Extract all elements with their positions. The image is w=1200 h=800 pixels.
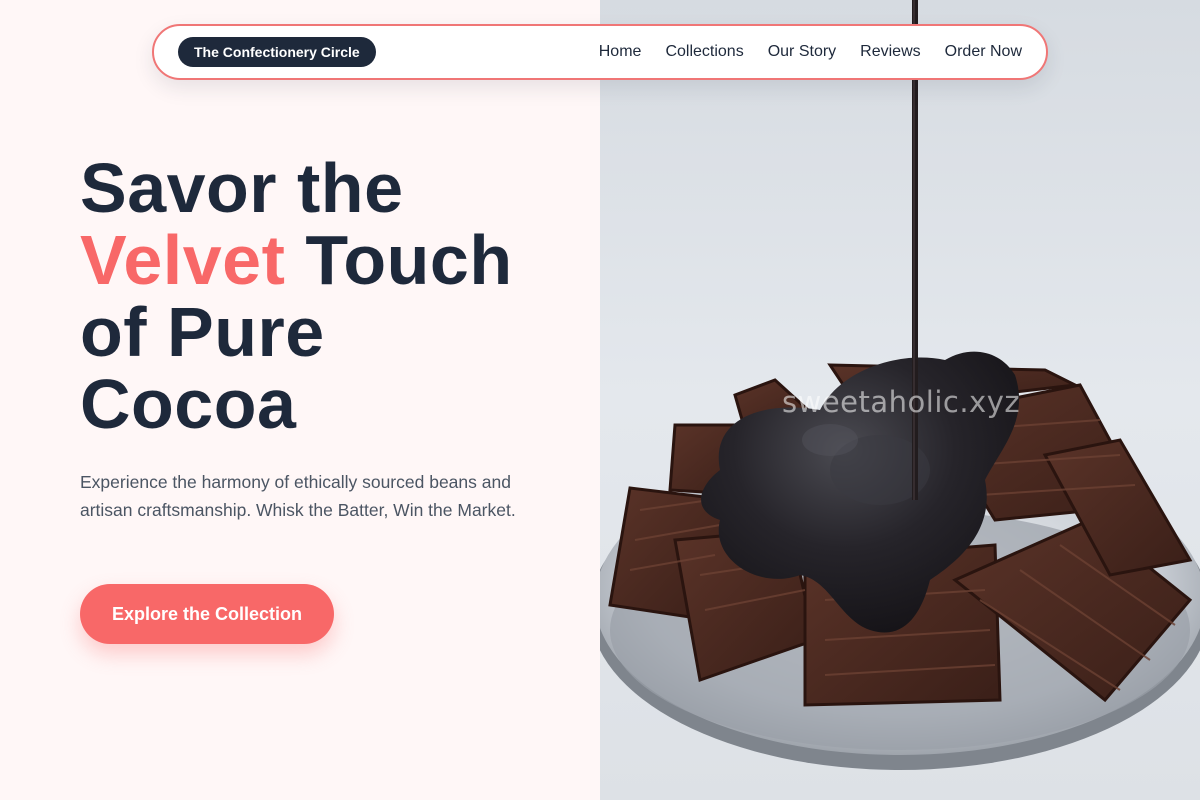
brand-logo[interactable]: The Confectionery Circle — [178, 37, 376, 67]
hero-image: sweetaholic.xyz — [600, 0, 1200, 800]
hero-title-line2: Touch — [285, 221, 513, 299]
hero-title: Savor the Velvet Touch of Pure Cocoa — [80, 152, 580, 440]
hero-title-line3: of Pure — [80, 293, 325, 371]
hero-left-panel: Savor the Velvet Touch of Pure Cocoa Exp… — [0, 0, 600, 800]
hero-description: Experience the harmony of ethically sour… — [80, 472, 516, 520]
hero-title-line1: Savor the — [80, 149, 404, 227]
hero-title-line4: Cocoa — [80, 365, 297, 443]
watermark-text: sweetaholic.xyz — [782, 385, 1021, 419]
hero-title-accent: Velvet — [80, 221, 286, 299]
nav-link-reviews[interactable]: Reviews — [860, 43, 920, 61]
nav-link-home[interactable]: Home — [599, 43, 642, 61]
nav-link-our-story[interactable]: Our Story — [768, 43, 836, 61]
nav-link-order-now[interactable]: Order Now — [945, 43, 1022, 61]
explore-collection-button[interactable]: Explore the Collection — [80, 584, 334, 644]
nav-links: Home Collections Our Story Reviews Order… — [599, 43, 1022, 61]
nav-link-collections[interactable]: Collections — [665, 43, 743, 61]
top-navbar: The Confectionery Circle Home Collection… — [152, 24, 1048, 80]
